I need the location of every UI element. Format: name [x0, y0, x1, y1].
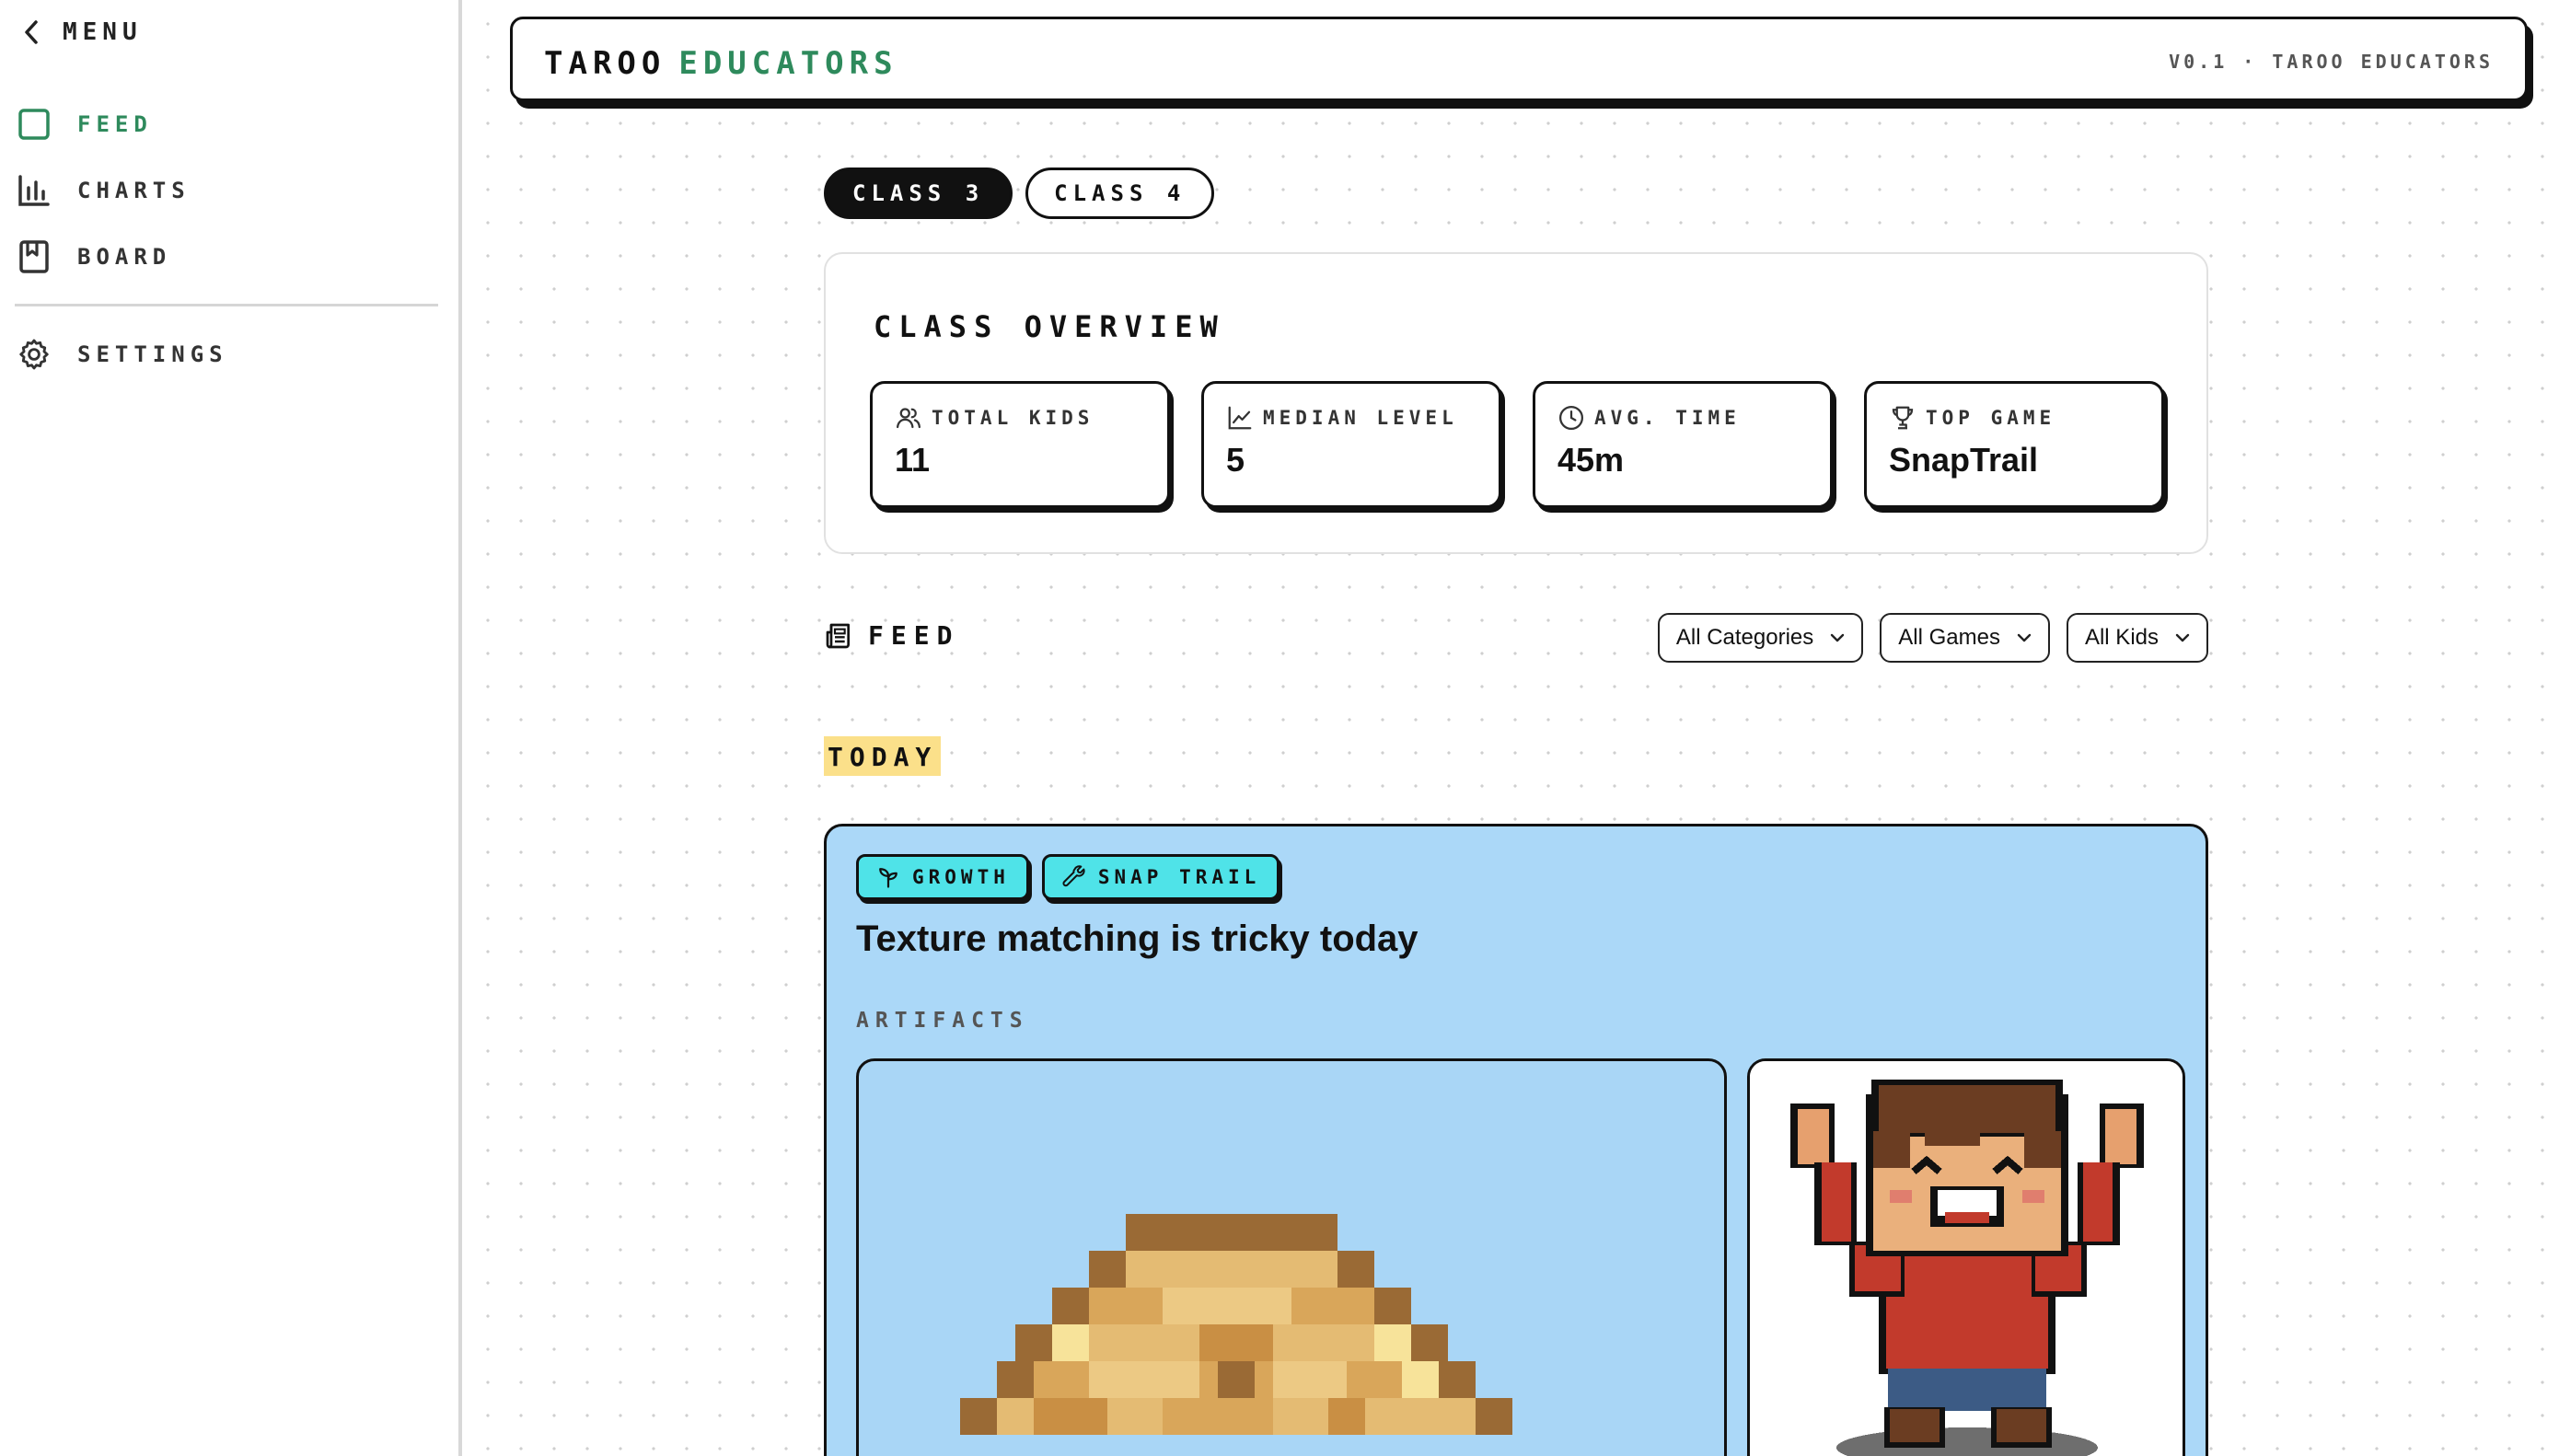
bar-chart-icon [18, 175, 50, 206]
gear-icon [19, 339, 49, 370]
tag-snap-trail[interactable]: SNAP TRAIL [1041, 854, 1280, 900]
stat-label: TOP GAME [1926, 407, 2056, 429]
sidebar-item-label: SETTINGS [77, 341, 228, 367]
filter-categories-select[interactable]: All Categories [1657, 613, 1864, 663]
sprout-icon [879, 868, 897, 888]
chevron-down-icon [2175, 633, 2190, 642]
stat-card-avg-time: AVG. TIME 45m [1533, 381, 1833, 508]
artifact-bread-image[interactable] [856, 1058, 1727, 1456]
sidebar-item-feed[interactable]: FEED [17, 107, 153, 142]
stat-card-top-game: TOP GAME SnapTrail [1864, 381, 2164, 508]
main-content: TAROO EDUCATORS V0.1 · TAROO EDUCATORS CL… [466, 0, 2559, 1456]
chevron-down-icon [1831, 633, 1845, 642]
line-chart-icon [1228, 406, 1252, 430]
pixel-kid-illustration [1750, 1061, 2183, 1456]
bookmark-board-icon [19, 240, 49, 273]
chevron-left-icon [25, 20, 38, 44]
feed-filters: All Categories All Games All Kids [1657, 613, 2208, 663]
brand-secondary: EDUCATORS [678, 45, 898, 82]
tag-growth[interactable]: GROWTH [856, 854, 1029, 900]
sidebar-divider [15, 304, 438, 306]
clock-icon [1559, 406, 1583, 430]
trophy-icon [1892, 406, 1914, 430]
date-group-label: TODAY [824, 736, 942, 776]
stat-value: SnapTrail [1889, 441, 2039, 479]
class-overview-panel: CLASS OVERVIEW TOTAL KIDS 11 MEDIAN LEVE… [824, 252, 2208, 554]
sidebar-item-board[interactable]: BOARD [17, 239, 171, 274]
menu-label: MENU [63, 18, 143, 46]
sidebar-item-charts[interactable]: CHARTS [17, 173, 191, 208]
sidebar-item-label: BOARD [77, 244, 172, 270]
filter-kids-select[interactable]: All Kids [2066, 613, 2208, 663]
tab-class-4[interactable]: CLASS 4 [1025, 168, 1215, 219]
sidebar-item-label: FEED [77, 111, 153, 137]
feed-header: FEED [824, 620, 959, 651]
sidebar-item-label: CHARTS [77, 178, 191, 203]
version-label: V0.1 · TAROO EDUCATORS [2169, 51, 2494, 73]
tag-label: GROWTH [912, 866, 1010, 888]
pixel-bread-illustration [960, 1214, 1512, 1435]
square-icon [18, 109, 50, 140]
filter-value: All Games [1898, 625, 2000, 650]
chevron-down-icon [2017, 633, 2032, 642]
newspaper-icon [826, 623, 850, 648]
brand-primary: TAROO [544, 45, 666, 82]
tab-class-3[interactable]: CLASS 3 [824, 168, 1013, 219]
class-tabs: CLASS 3 CLASS 4 [824, 168, 1215, 219]
stat-label: MEDIAN LEVEL [1263, 407, 1458, 429]
stat-value: 5 [1226, 441, 1245, 479]
filter-value: All Categories [1675, 625, 1814, 650]
stat-label: TOTAL KIDS [932, 407, 1094, 429]
stat-card-median-level: MEDIAN LEVEL 5 [1201, 381, 1501, 508]
feed-card[interactable]: GROWTH SNAP TRAIL Texture matching is tr… [824, 824, 2208, 1456]
wrench-icon [1062, 865, 1085, 887]
sidebar-item-settings[interactable]: SETTINGS [17, 337, 228, 372]
top-bar: TAROO EDUCATORS V0.1 · TAROO EDUCATORS [510, 17, 2528, 101]
card-tags: GROWTH SNAP TRAIL [856, 854, 1280, 900]
brand-logo[interactable]: TAROO EDUCATORS [544, 45, 898, 82]
stat-value: 45m [1557, 441, 1625, 479]
feed-title: FEED [868, 620, 960, 651]
stat-value: 11 [895, 441, 931, 479]
overview-title: CLASS OVERVIEW [874, 309, 1225, 344]
filter-value: All Kids [2084, 625, 2159, 650]
menu-toggle[interactable]: MENU [22, 18, 143, 46]
filter-games-select[interactable]: All Games [1880, 613, 2050, 663]
artifacts-label: ARTIFACTS [856, 1009, 1029, 1033]
stat-card-total-kids: TOTAL KIDS 11 [870, 381, 1170, 508]
tag-label: SNAP TRAIL [1097, 866, 1261, 888]
sidebar: MENU FEED CHARTS BOARD SETTINGS [0, 0, 462, 1456]
users-icon [897, 408, 921, 429]
stat-label: AVG. TIME [1594, 407, 1741, 429]
card-title: Texture matching is tricky today [856, 919, 1418, 959]
artifact-kid-avatar-image[interactable] [1747, 1058, 2185, 1456]
